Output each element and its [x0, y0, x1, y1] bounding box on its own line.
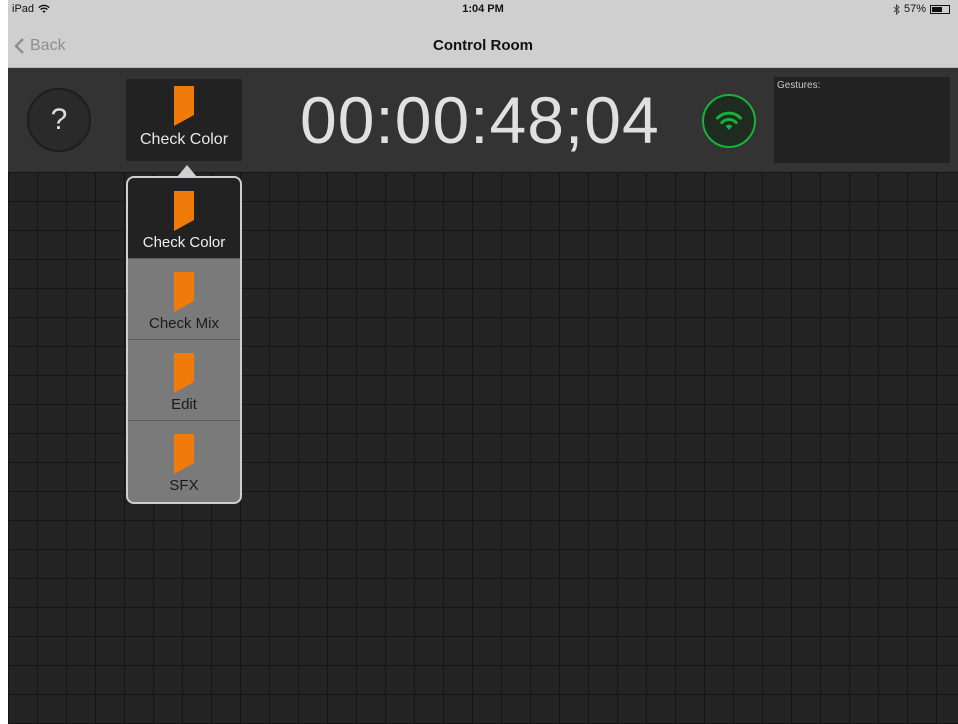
battery-percent: 57%	[903, 3, 926, 15]
app-screen: iPad 1:04 PM 57% Back Control Room ? Che…	[8, 0, 958, 724]
menu-item-sfx[interactable]: SFX	[128, 421, 240, 502]
help-button[interactable]: ?	[27, 88, 91, 152]
menu-item-check-color[interactable]: Check Color	[128, 178, 240, 259]
bookmark-flag-icon	[174, 353, 194, 393]
bookmark-flag-icon	[174, 272, 194, 312]
menu-item-label: Check Mix	[148, 315, 219, 332]
connection-status-button[interactable]	[702, 94, 756, 148]
navigation-bar: Back Control Room	[8, 20, 958, 68]
wifi-signal-icon	[716, 111, 742, 130]
gestures-panel[interactable]: Gestures:	[774, 77, 950, 163]
bookmark-flag-icon	[174, 434, 194, 474]
toolbar: ? Check Color 00:00:48;04 Gestures:	[8, 68, 958, 172]
timecode-display: 00:00:48;04	[300, 83, 660, 157]
gestures-label: Gestures:	[777, 80, 821, 91]
bookmark-flag-icon	[174, 191, 194, 231]
page-title: Control Room	[433, 37, 533, 54]
help-label: ?	[50, 103, 68, 136]
battery-icon	[930, 4, 950, 14]
bluetooth-icon	[893, 3, 900, 15]
status-bar: iPad 1:04 PM 57%	[8, 0, 958, 20]
bookmark-selector-label: Check Color	[139, 131, 229, 148]
menu-item-label: SFX	[169, 477, 199, 494]
status-time: 1:04 PM	[462, 3, 504, 15]
menu-item-check-mix[interactable]: Check Mix	[128, 259, 240, 340]
menu-item-label: Check Color	[142, 234, 226, 251]
bookmark-flag-icon	[174, 86, 194, 126]
menu-item-edit[interactable]: Edit	[128, 340, 240, 421]
menu-item-label: Edit	[171, 396, 197, 413]
bookmark-selector-button[interactable]: Check Color	[126, 79, 242, 161]
bookmark-popover-menu: Check Color Check Mix Edit SFX	[126, 176, 242, 504]
